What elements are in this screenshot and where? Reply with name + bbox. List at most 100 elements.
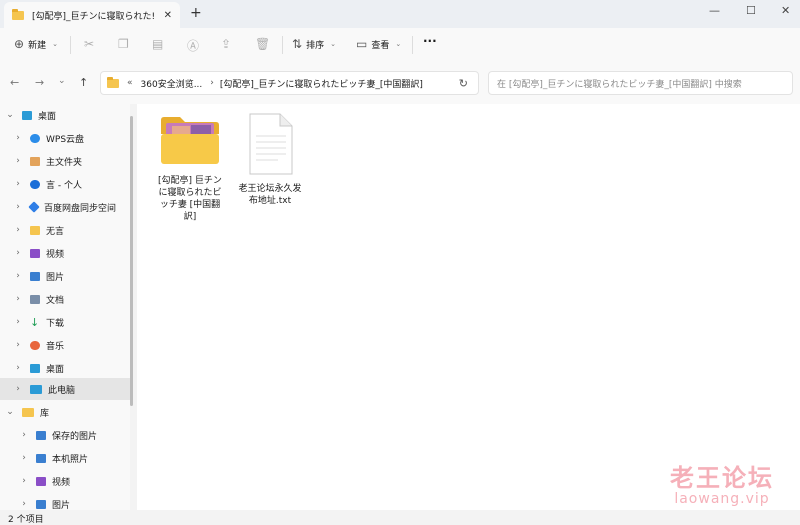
new-button[interactable]: ⊕ 新建 ⌄ bbox=[14, 37, 58, 51]
chevron-right-icon[interactable]: › bbox=[12, 179, 24, 189]
maximize-button[interactable]: ☐ bbox=[746, 4, 756, 17]
share-icon[interactable]: ⇪ bbox=[221, 37, 231, 51]
music-icon bbox=[30, 340, 40, 350]
up-button[interactable]: ↑ bbox=[79, 76, 88, 89]
document-icon bbox=[30, 294, 40, 304]
desktop-icon bbox=[22, 110, 32, 120]
sidebar-item-wps-cloud[interactable]: › WPS云盘 bbox=[0, 127, 130, 149]
sidebar-item-onedrive[interactable]: › 言 - 个人 bbox=[0, 173, 130, 195]
refresh-button[interactable]: ↻ bbox=[459, 77, 468, 90]
image-icon bbox=[36, 453, 46, 463]
chevron-right-icon[interactable]: › bbox=[12, 271, 24, 281]
video-icon bbox=[30, 248, 40, 258]
delete-icon[interactable]: 🗑 bbox=[255, 37, 270, 51]
sidebar-item-label: 音乐 bbox=[46, 341, 65, 352]
sidebar-item-label: 图片 bbox=[46, 272, 65, 283]
chevron-down-icon: ⌄ bbox=[330, 40, 336, 48]
minimize-button[interactable]: — bbox=[709, 4, 720, 17]
folder-icon bbox=[12, 8, 24, 20]
sidebar-item-documents[interactable]: › 文档 bbox=[0, 288, 130, 310]
sidebar-item-libraries[interactable]: ⌄ 库 bbox=[0, 401, 130, 423]
chevron-right-icon[interactable]: › bbox=[18, 476, 30, 486]
sidebar-item-baidu-sync[interactable]: › 百度网盘同步空间 bbox=[0, 196, 130, 218]
chevron-right-icon[interactable]: › bbox=[12, 202, 24, 212]
breadcrumb-current[interactable]: [勾配亭]_巨チンに寝取られたビッチ妻_[中国翻訳] bbox=[220, 77, 423, 90]
close-tab-icon[interactable]: ✕ bbox=[164, 10, 172, 21]
folder-name: [勾配亭] 巨チンに寝取られたビッチ妻 [中国翻訳] bbox=[158, 176, 222, 222]
folder-icon bbox=[30, 225, 40, 235]
cut-icon[interactable]: ✂ bbox=[84, 37, 94, 51]
sidebar-item-user-folder[interactable]: › 无言 bbox=[0, 219, 130, 241]
chevron-down-icon[interactable]: ⌄ bbox=[4, 407, 16, 417]
add-icon: ⊕ bbox=[14, 37, 25, 51]
chevron-down-icon[interactable]: ⌄ bbox=[4, 110, 16, 120]
rename-icon[interactable]: Ⓐ bbox=[187, 37, 199, 54]
chevron-right-icon[interactable]: › bbox=[18, 430, 30, 440]
chevron-right-icon[interactable]: › bbox=[12, 340, 24, 350]
chevron-right-icon[interactable]: › bbox=[12, 225, 24, 235]
sidebar-item-pictures[interactable]: › 图片 bbox=[0, 265, 130, 287]
sidebar-item-desktop[interactable]: ⌄ 桌面 bbox=[0, 104, 130, 126]
video-icon bbox=[36, 476, 46, 486]
sidebar-item-library-pictures[interactable]: › 图片 bbox=[0, 493, 130, 510]
chevron-right-icon[interactable]: › bbox=[12, 248, 24, 258]
chevron-right-icon[interactable]: › bbox=[12, 133, 24, 143]
chevron-right-icon[interactable]: › bbox=[12, 363, 24, 373]
sidebar-item-this-pc[interactable]: › 此电脑 bbox=[0, 378, 130, 400]
sidebar-item-label: 保存的图片 bbox=[52, 431, 98, 442]
folder-icon bbox=[107, 76, 119, 88]
sidebar-item-desktop-2[interactable]: › 桌面 bbox=[0, 357, 130, 379]
sidebar-item-videos[interactable]: › 视频 bbox=[0, 242, 130, 264]
breadcrumb-parent[interactable]: 360安全浏览... bbox=[141, 77, 203, 90]
tab-current-folder[interactable]: [勾配亭]_巨チンに寝取られた! ✕ bbox=[4, 2, 180, 28]
sidebar-item-music[interactable]: › 音乐 bbox=[0, 334, 130, 356]
breadcrumb-separator: › bbox=[210, 78, 214, 88]
sort-button[interactable]: ⇅ 排序 ⌄ bbox=[292, 37, 336, 51]
desktop-icon bbox=[30, 363, 40, 373]
folder-thumbnail-icon bbox=[161, 117, 219, 164]
file-list: [勾配亭] 巨チンに寝取られたビッチ妻 [中国翻訳] 老王论坛永久发布地址.tx… bbox=[137, 104, 800, 510]
sidebar-item-label: 视频 bbox=[46, 249, 65, 260]
chevron-right-icon[interactable]: › bbox=[12, 294, 24, 304]
address-overflow[interactable]: « bbox=[127, 78, 133, 88]
computer-icon bbox=[30, 384, 42, 394]
chevron-right-icon[interactable]: › bbox=[18, 499, 30, 509]
sidebar-item-home[interactable]: › 主文件夹 bbox=[0, 150, 130, 172]
close-window-button[interactable]: ✕ bbox=[781, 4, 790, 17]
chevron-right-icon[interactable]: › bbox=[12, 317, 24, 327]
paste-icon[interactable]: ▤ bbox=[152, 37, 163, 51]
copy-icon[interactable]: ❐ bbox=[118, 37, 129, 51]
sidebar-item-label: 此电脑 bbox=[48, 385, 76, 396]
search-input[interactable]: 在 [勾配亭]_巨チンに寝取られたビッチ妻_[中国翻訳] 中搜索 bbox=[488, 71, 793, 95]
more-options-button[interactable]: ··· bbox=[423, 34, 437, 48]
sidebar-item-label: 库 bbox=[40, 408, 50, 419]
sidebar-item-library-videos[interactable]: › 视频 bbox=[0, 470, 130, 492]
sidebar-item-label: 桌面 bbox=[46, 364, 65, 375]
back-button[interactable]: ← bbox=[10, 76, 19, 89]
sort-icon: ⇅ bbox=[292, 37, 303, 51]
file-name: 老王论坛永久发布地址.txt bbox=[238, 184, 302, 206]
sidebar-item-label: 言 - 个人 bbox=[46, 180, 82, 191]
toolbar-divider bbox=[70, 36, 71, 54]
view-button[interactable]: ▭ 查看 ⌄ bbox=[356, 37, 401, 51]
sidebar-item-downloads[interactable]: › ↓ 下载 bbox=[0, 311, 130, 333]
chevron-right-icon[interactable]: › bbox=[12, 384, 24, 394]
sidebar-scrollbar[interactable] bbox=[130, 116, 133, 406]
forward-button[interactable]: → bbox=[35, 76, 44, 89]
chevron-right-icon[interactable]: › bbox=[12, 156, 24, 166]
sidebar-item-label: 桌面 bbox=[38, 111, 57, 122]
status-bar: 2 个项目 bbox=[0, 510, 800, 525]
sidebar-item-label: 主文件夹 bbox=[46, 157, 83, 168]
file-item[interactable]: 老王论坛永久发布地址.txt bbox=[235, 112, 305, 207]
sidebar-item-saved-pictures[interactable]: › 保存的图片 bbox=[0, 424, 130, 446]
address-bar[interactable]: « 360安全浏览... › [勾配亭]_巨チンに寝取られたビッチ妻_[中国翻訳… bbox=[100, 71, 479, 95]
sync-icon bbox=[28, 201, 40, 213]
sidebar-item-camera-roll[interactable]: › 本机照片 bbox=[0, 447, 130, 469]
chevron-right-icon[interactable]: › bbox=[18, 453, 30, 463]
new-tab-button[interactable]: + bbox=[190, 5, 202, 21]
recent-locations-button[interactable]: ⌄ bbox=[58, 76, 66, 86]
folder-item[interactable]: [勾配亭] 巨チンに寝取られたビッチ妻 [中国翻訳] bbox=[155, 112, 225, 223]
home-icon bbox=[30, 156, 40, 166]
item-count: 2 个项目 bbox=[8, 515, 44, 525]
download-icon: ↓ bbox=[30, 315, 40, 329]
